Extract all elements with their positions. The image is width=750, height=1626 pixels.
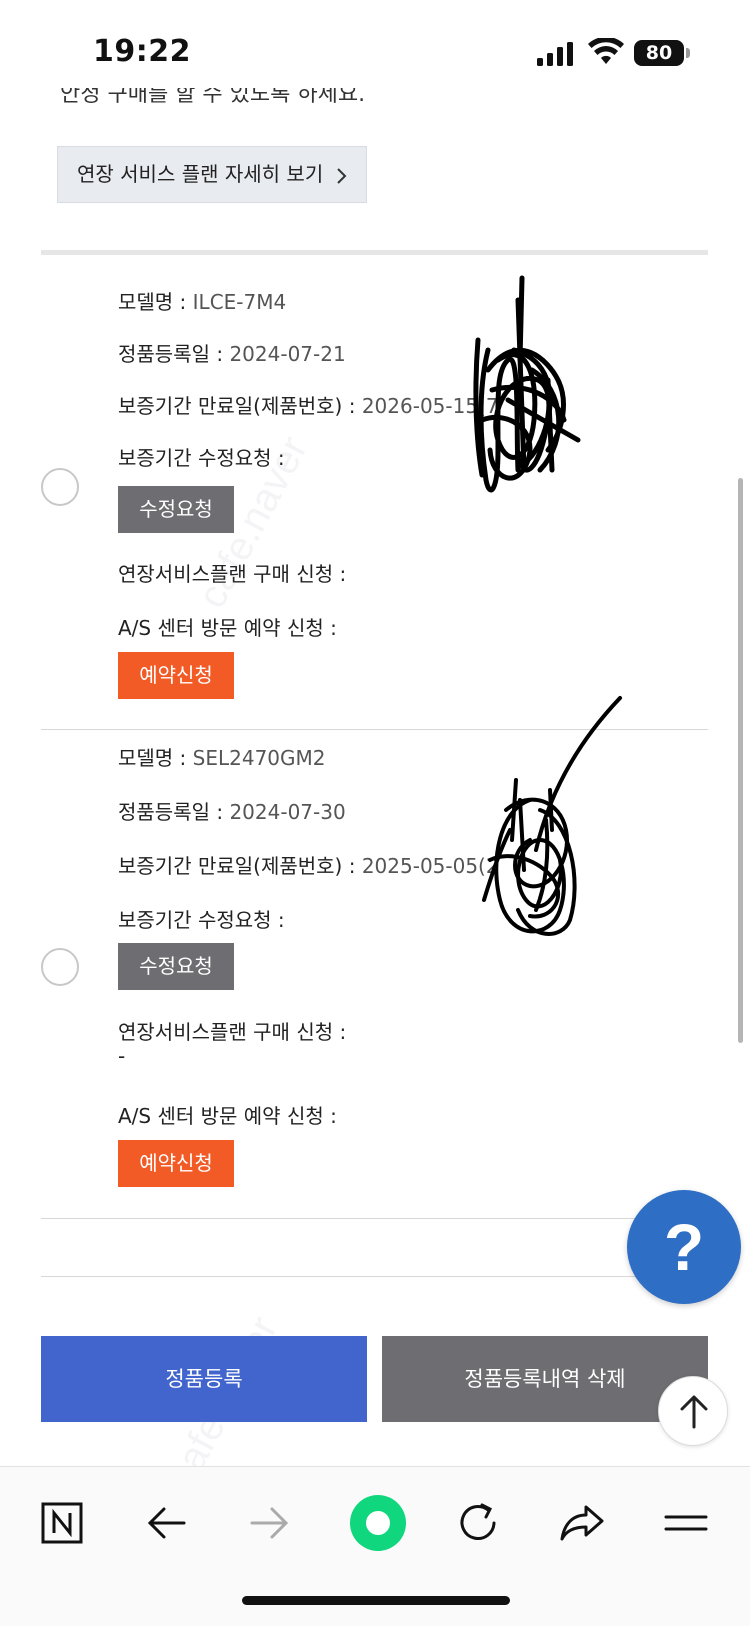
modify-request-button[interactable]: 수정요청 <box>118 486 234 533</box>
model-value: SEL2470GM2 <box>192 746 326 770</box>
question-mark-icon: ? <box>663 1210 705 1284</box>
wifi-icon <box>588 38 624 64</box>
modify-request-button[interactable]: 수정요청 <box>118 943 234 990</box>
green-dot-icon[interactable] <box>340 1485 416 1561</box>
as-visit-label: A/S 센터 방문 예약 신청 : <box>118 1104 337 1128</box>
back-arrow-icon[interactable] <box>136 1493 196 1553</box>
menu-icon[interactable] <box>656 1493 716 1553</box>
product-divider <box>41 1218 708 1219</box>
model-value: ILCE-7M4 <box>192 290 287 314</box>
warranty-modify-label: 보증기간 수정요청 : <box>118 908 285 932</box>
home-indicator <box>242 1596 510 1605</box>
model-row: 모델명 : SEL2470GM2 <box>118 746 326 770</box>
register-product-button[interactable]: 정품등록 <box>41 1336 367 1422</box>
redaction-scribble <box>473 275 581 493</box>
registration-date-row: 정품등록일 : 2024-07-21 <box>118 342 346 366</box>
extend-service-plan-button[interactable]: 연장 서비스 플랜 자세히 보기 <box>57 146 367 203</box>
section-divider <box>41 250 708 255</box>
extend-plan-purchase-value: - <box>118 1044 126 1068</box>
scrollbar[interactable] <box>738 478 743 1043</box>
registration-date-value: 2024-07-30 <box>229 800 346 824</box>
forward-arrow-icon[interactable] <box>240 1493 300 1553</box>
status-time: 19:22 <box>93 34 191 69</box>
battery-icon: 80 <box>634 40 684 66</box>
model-row: 모델명 : ILCE-7M4 <box>118 290 287 314</box>
help-button[interactable]: ? <box>627 1190 741 1304</box>
registration-date-row: 정품등록일 : 2024-07-30 <box>118 800 346 824</box>
arrow-up-icon <box>680 1395 708 1429</box>
battery-tip <box>686 48 690 58</box>
cellular-signal-icon <box>537 42 573 66</box>
as-visit-label: A/S 센터 방문 예약 신청 : <box>118 616 337 640</box>
naver-home-icon[interactable] <box>32 1493 92 1553</box>
product-select-radio[interactable] <box>41 468 79 506</box>
reserve-button[interactable]: 예약신청 <box>118 1140 234 1187</box>
warranty-expiry-row: 보증기간 만료일(제품번호) : 2025-05-05(2 <box>118 854 499 878</box>
chevron-right-icon <box>336 167 347 184</box>
refresh-icon[interactable] <box>448 1493 508 1553</box>
redaction-scribble <box>482 696 622 936</box>
reserve-button[interactable]: 예약신청 <box>118 652 234 699</box>
list-end-divider <box>41 1276 708 1277</box>
product-select-radio[interactable] <box>41 948 79 986</box>
cut-off-text: 안정 구매를 할 수 있도록 하세요. <box>60 88 366 107</box>
extend-plan-purchase-label: 연장서비스플랜 구매 신청 : <box>118 1020 347 1044</box>
status-bar: 19:22 80 <box>0 0 750 100</box>
warranty-expiry-row: 보증기간 만료일(제품번호) : 2026-05-15(7 <box>118 394 499 418</box>
registration-date-value: 2024-07-21 <box>229 342 346 366</box>
share-icon[interactable] <box>552 1493 612 1553</box>
scroll-top-button[interactable] <box>658 1376 728 1446</box>
